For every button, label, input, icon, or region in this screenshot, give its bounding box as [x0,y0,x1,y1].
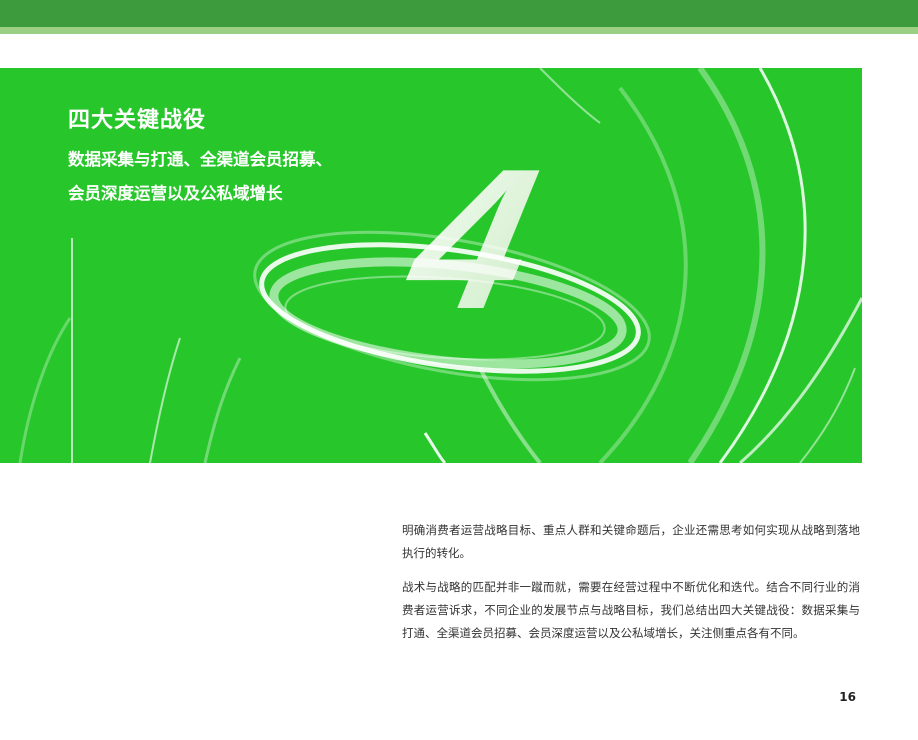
light-streak [18,317,72,463]
light-streak [598,86,688,463]
light-streak [203,357,242,463]
page-number: 16 [839,690,856,704]
banner-subtitle-line-1: 数据采集与打通、全渠道会员招募、 [68,150,332,169]
light-streak [149,337,181,463]
light-streak [423,432,447,463]
banner-subtitle-line-2: 会员深度运营以及公私域增长 [68,184,283,203]
light-streak [539,68,601,124]
header-bar [0,0,918,27]
light-streak [739,297,862,463]
body-text: 明确消费者运营战略目标、重点人群和关键命题后，企业还需思考如何实现从战略到落地执… [402,519,860,656]
light-streak [687,68,766,463]
banner-title: 四大关键战役 [68,108,207,133]
light-streak [478,367,542,463]
numeral-four: 4 [390,127,553,350]
paragraph-1: 明确消费者运营战略目标、重点人群和关键命题后，企业还需思考如何实现从战略到落地执… [402,523,860,560]
header-stripe [0,27,918,34]
hero-banner: 4 四大关键战役 数据采集与打通、全渠道会员招募、 会员深度运营以及公私域增长 [0,68,862,463]
light-streak [799,367,856,463]
paragraph-2: 战术与战略的匹配并非一蹴而就，需要在经营过程中不断优化和迭代。结合不同行业的消费… [402,580,860,640]
